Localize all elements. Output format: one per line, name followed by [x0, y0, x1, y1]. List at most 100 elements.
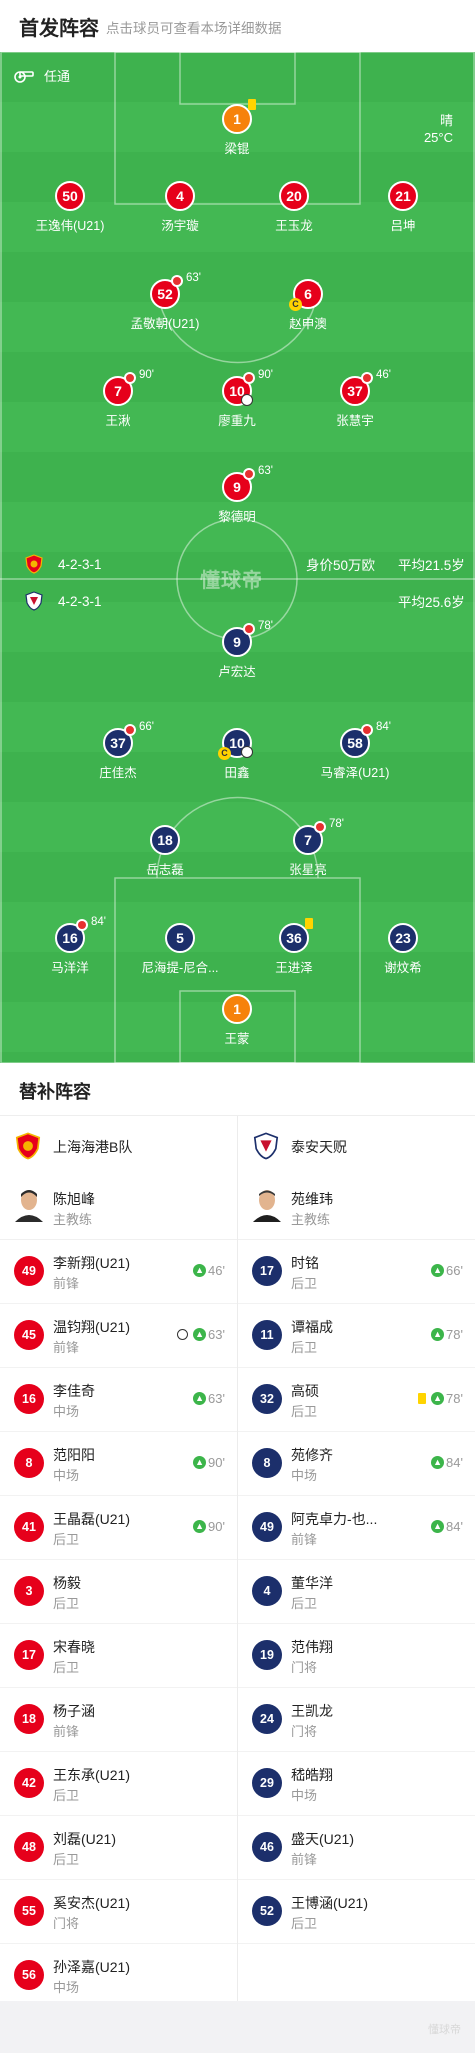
- referee-name: 任通: [44, 69, 71, 84]
- sub-player-row[interactable]: 18 杨子涵 前锋: [0, 1688, 237, 1752]
- home-player-20[interactable]: 20 王玉龙: [234, 181, 354, 234]
- away-player-10[interactable]: 10 C 田鑫: [177, 728, 297, 781]
- away-player-7[interactable]: 7 78' 张星亮: [248, 818, 368, 878]
- home-formation: 4-2-3-1: [58, 556, 102, 572]
- player-name: 廖重九: [218, 414, 256, 428]
- sub-player-row[interactable]: 48 刘磊(U21) 后卫: [0, 1816, 237, 1880]
- player-name: 卢宏达: [218, 665, 256, 679]
- yellow-card-icon: [248, 99, 256, 110]
- sub-player-row[interactable]: 4 董华洋 后卫: [238, 1560, 475, 1624]
- sub-player-row[interactable]: 52 王博涵(U21) 后卫: [238, 1880, 475, 1944]
- home-player-4[interactable]: 4 汤宇璇: [120, 181, 240, 234]
- sub-player-row[interactable]: 3 杨毅 后卫: [0, 1560, 237, 1624]
- player-name: 宋春晓: [53, 1639, 95, 1655]
- player-number: 49: [14, 1256, 44, 1286]
- sub-minute: 78': [329, 818, 344, 830]
- away-player-36[interactable]: 36 王进泽: [234, 918, 354, 976]
- subs-header: 替补阵容: [0, 1063, 475, 1116]
- home-crest-icon: [25, 554, 43, 574]
- sub-in-icon: ▲: [193, 1392, 207, 1405]
- player-name: 田鑫: [224, 766, 250, 780]
- sub-in-event: ▲ 84': [431, 1455, 463, 1470]
- sub-player-row[interactable]: 19 范伟翔 门将: [238, 1624, 475, 1688]
- home-coach[interactable]: 陈旭峰 主教练: [0, 1176, 237, 1240]
- away-coach[interactable]: 苑维玮 主教练: [238, 1176, 475, 1240]
- sub-player-row[interactable]: 46 盛天(U21) 前锋: [238, 1816, 475, 1880]
- sub-player-row[interactable]: 45 温钧翔(U21) 前锋 ▲ 63': [0, 1304, 237, 1368]
- home-player-6[interactable]: 6 C 赵申澳: [248, 279, 368, 332]
- sub-in-event: ▲ 90': [193, 1455, 225, 1470]
- away-player-37[interactable]: 37 66' 庄佳杰: [58, 721, 178, 781]
- player-name: 赵申澳: [289, 317, 327, 331]
- sub-in-icon: ▲: [193, 1264, 207, 1277]
- home-team-info: 4-2-3-1: [24, 554, 102, 574]
- sub-player-row[interactable]: 17 时铭 后卫 ▲ 66': [238, 1240, 475, 1304]
- sub-in-icon: ▲: [431, 1264, 445, 1277]
- lineup-title: 首发阵容: [19, 18, 99, 40]
- sub-player-row[interactable]: 8 苑修齐 中场 ▲ 84': [238, 1432, 475, 1496]
- sub-player-row[interactable]: 24 王凯龙 门将: [238, 1688, 475, 1752]
- sub-in-event: ▲ 63': [177, 1327, 225, 1342]
- player-position: 门将: [291, 1660, 318, 1675]
- sub-in-icon: ▲: [193, 1328, 207, 1341]
- sub-in-event: ▲ 84': [431, 1519, 463, 1534]
- away-player-1[interactable]: 1 王蒙: [177, 994, 297, 1047]
- home-team-row: 上海海港B队: [0, 1116, 237, 1176]
- weather-temperature: 25°C: [423, 130, 453, 145]
- home-player-37[interactable]: 37 46' 张慧宇: [295, 369, 415, 429]
- player-number: 8: [252, 1448, 282, 1478]
- sub-player-row[interactable]: 8 范阳阳 中场 ▲ 90': [0, 1432, 237, 1496]
- player-name: 王凯龙: [291, 1703, 333, 1719]
- sub-player-row[interactable]: 32 高硕 后卫 ▲ 78': [238, 1368, 475, 1432]
- player-name: 岳志磊: [146, 863, 184, 877]
- player-number: 20: [279, 181, 309, 211]
- home-player-10[interactable]: 10 90' 廖重九: [177, 369, 297, 429]
- away-crest-icon: [253, 1132, 279, 1160]
- player-number: 3: [14, 1576, 44, 1606]
- lineup-subtitle: 点击球员可查看本场详细数据: [106, 21, 282, 36]
- away-player-9[interactable]: 9 78' 卢宏达: [177, 620, 297, 680]
- sub-minute: 84': [376, 721, 391, 733]
- sub-in-event: ▲ 78': [431, 1327, 463, 1342]
- player-name: 嵇皓翔: [291, 1767, 333, 1783]
- sub-player-row[interactable]: 49 李新翔(U21) 前锋 ▲ 46': [0, 1240, 237, 1304]
- sub-player-row[interactable]: 41 王晶磊(U21) 后卫 ▲ 90': [0, 1496, 237, 1560]
- sub-player-row[interactable]: 16 李佳奇 中场 ▲ 63': [0, 1368, 237, 1432]
- away-player-16[interactable]: 16 84' 马洋洋: [10, 916, 130, 976]
- home-player-1[interactable]: 1 梁锟: [177, 99, 297, 157]
- home-player-7[interactable]: 7 90' 王湫: [58, 369, 178, 429]
- player-number: 23: [388, 923, 418, 953]
- home-team-value: 身价50万欧: [306, 558, 376, 573]
- away-player-58[interactable]: 58 84' 马睿泽(U21): [295, 721, 415, 781]
- away-team-name: 泰安天贶: [291, 1139, 347, 1155]
- player-number: 50: [55, 181, 85, 211]
- sub-player-row[interactable]: 42 王东承(U21) 后卫: [0, 1752, 237, 1816]
- sub-player-row[interactable]: 11 谭福成 后卫 ▲ 78': [238, 1304, 475, 1368]
- sub-out-icon: [76, 919, 88, 931]
- referee: 任通: [14, 66, 70, 85]
- sub-player-row[interactable]: 56 孙泽嘉(U21) 中场: [0, 1944, 237, 2008]
- player-position: 门将: [291, 1724, 318, 1739]
- away-player-23[interactable]: 23 谢炆希: [343, 923, 463, 976]
- coach-name: 陈旭峰: [53, 1191, 95, 1207]
- sub-out-icon: [243, 623, 255, 635]
- sub-player-row[interactable]: 29 嵇皓翔 中场: [238, 1752, 475, 1816]
- home-player-9[interactable]: 9 63' 黎德明: [177, 465, 297, 525]
- away-team-row: 泰安天贶: [238, 1116, 475, 1176]
- sub-player-row[interactable]: 49 阿克卓力-也... 前锋 ▲ 84': [238, 1496, 475, 1560]
- sub-player-row[interactable]: 55 奚安杰(U21) 门将: [0, 1880, 237, 1944]
- away-player-18[interactable]: 18 岳志磊: [105, 825, 225, 878]
- player-position: 中场: [53, 1980, 80, 1995]
- away-player-5[interactable]: 5 尼海提-尼合...: [120, 923, 240, 976]
- home-player-21[interactable]: 21 吕坤: [343, 181, 463, 234]
- player-number: 21: [388, 181, 418, 211]
- sub-minute: 84': [91, 916, 106, 928]
- home-player-52[interactable]: 52 63' 孟敬朝(U21): [105, 272, 225, 332]
- sub-in-minute: 84': [446, 1519, 463, 1534]
- player-name: 范伟翔: [291, 1639, 333, 1655]
- player-name: 王晶磊(U21): [53, 1511, 131, 1527]
- sub-out-icon: [361, 372, 373, 384]
- home-player-50[interactable]: 50 王逸伟(U21): [10, 181, 130, 234]
- player-name: 汤宇璇: [161, 219, 199, 233]
- sub-player-row[interactable]: 17 宋春晓 后卫: [0, 1624, 237, 1688]
